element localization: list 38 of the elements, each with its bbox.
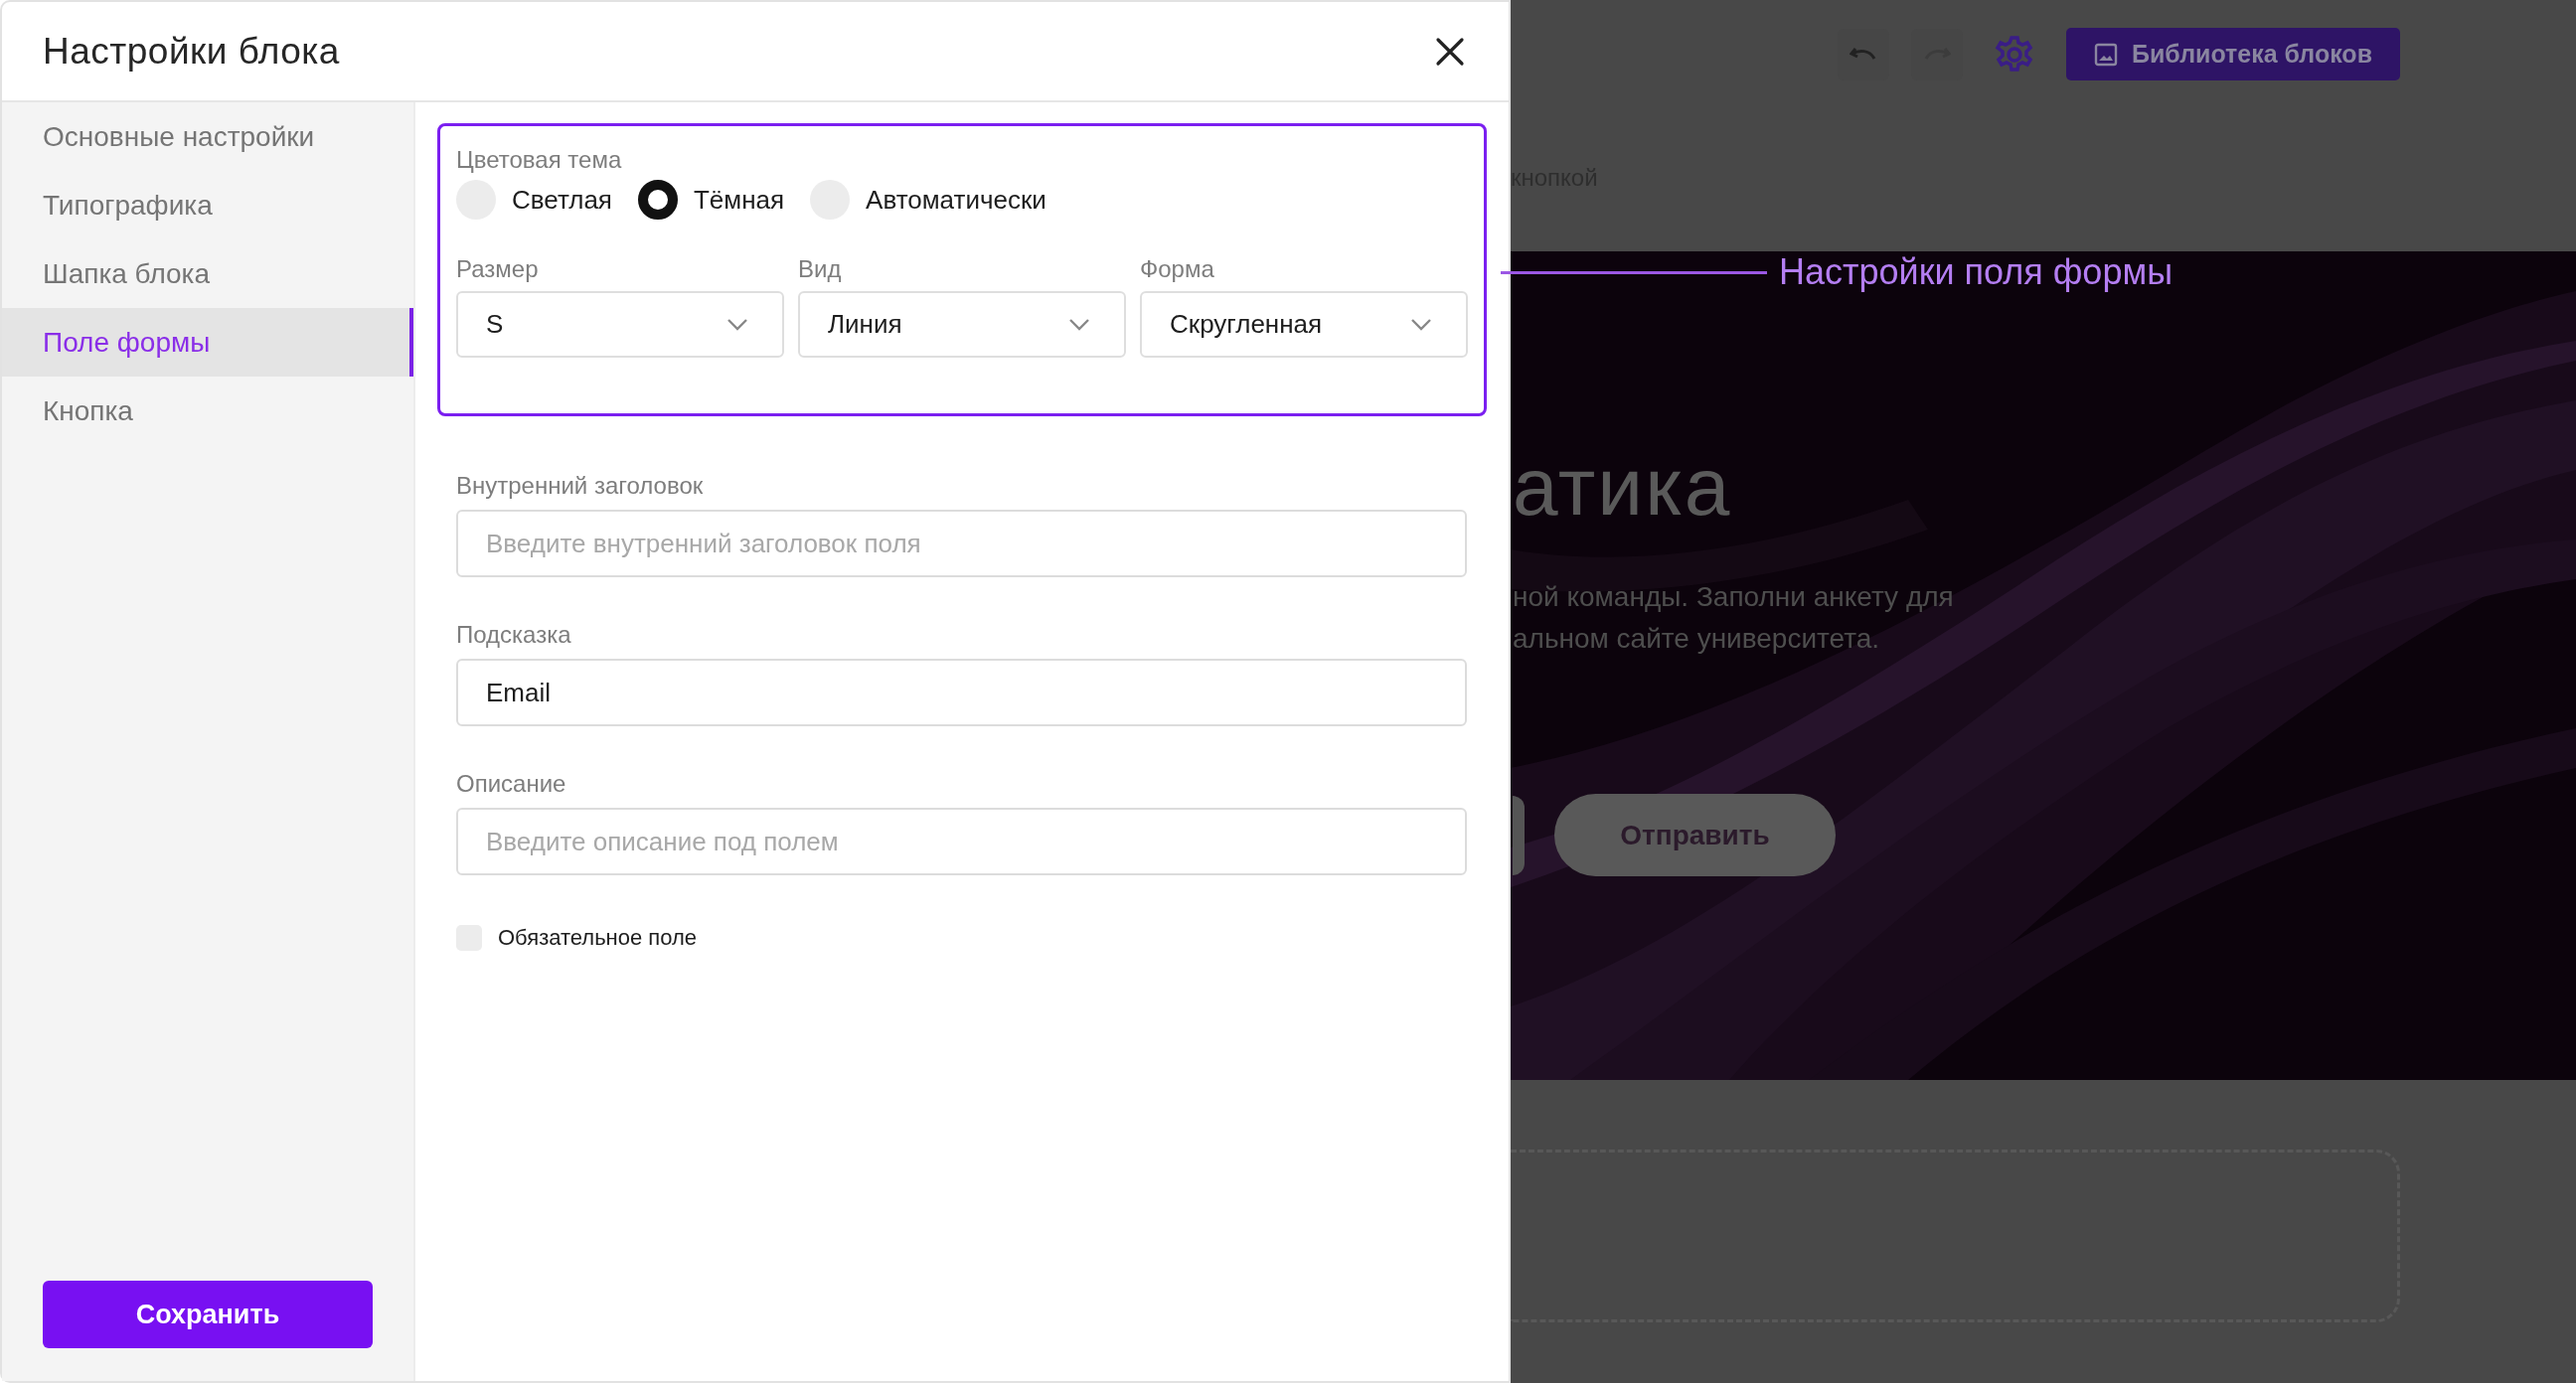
- radio-label: Тёмная: [693, 184, 785, 216]
- image-icon: [2093, 42, 2118, 67]
- sidebar-item[interactable]: Основные настройки: [2, 102, 413, 171]
- radio-label: Светлая: [512, 184, 612, 216]
- field-label: Описание: [456, 770, 567, 798]
- input-field[interactable]: Email: [456, 659, 1467, 726]
- save-button[interactable]: Сохранить: [43, 1281, 373, 1348]
- input-field[interactable]: [1513, 795, 1525, 875]
- radio-label: Автоматически: [866, 184, 1046, 216]
- settings-icon[interactable]: [1994, 34, 2034, 75]
- chevron-down-icon: [1068, 317, 1090, 332]
- sidebar-item[interactable]: Поле формы: [2, 308, 413, 377]
- radio-button[interactable]: [637, 180, 678, 220]
- input-field[interactable]: Введите описание под полем: [456, 808, 1467, 875]
- field-label: Цветовая тема: [456, 146, 623, 174]
- dialog-title: Настройки блока: [43, 30, 340, 73]
- submit-button[interactable]: Отправить: [1554, 794, 1836, 876]
- dropdown[interactable]: S: [456, 291, 784, 358]
- chevron-down-icon: [1410, 317, 1432, 332]
- field-label: Подсказка: [456, 621, 572, 649]
- sidebar-item[interactable]: Типографика: [2, 171, 413, 239]
- field-label: Вид: [798, 255, 843, 283]
- field-label: Размер: [456, 255, 540, 283]
- sidebar-item[interactable]: Шапка блока: [2, 239, 413, 308]
- block-library-button[interactable]: Библиотека блоков: [2065, 28, 2400, 80]
- field-label: Внутренний заголовок: [456, 472, 705, 500]
- close-icon[interactable]: [1435, 36, 1465, 67]
- checkbox-label: Обязательное поле: [498, 925, 698, 951]
- dropdown[interactable]: Линия: [798, 291, 1126, 358]
- hero-text: альном сайте университета.: [1513, 623, 1880, 655]
- sidebar-item[interactable]: Кнопка: [2, 377, 413, 445]
- dropdown[interactable]: Скругленная: [1140, 291, 1468, 358]
- callout-label: Настройки поля формы: [1779, 251, 2174, 293]
- chevron-down-icon: [726, 317, 748, 332]
- hero-text: ной команды. Заполни анкету для: [1513, 581, 1954, 613]
- input-field[interactable]: Введите внутренний заголовок поля: [456, 510, 1467, 577]
- field-label: Форма: [1140, 255, 1215, 283]
- hero-heading: атика: [1513, 440, 1732, 534]
